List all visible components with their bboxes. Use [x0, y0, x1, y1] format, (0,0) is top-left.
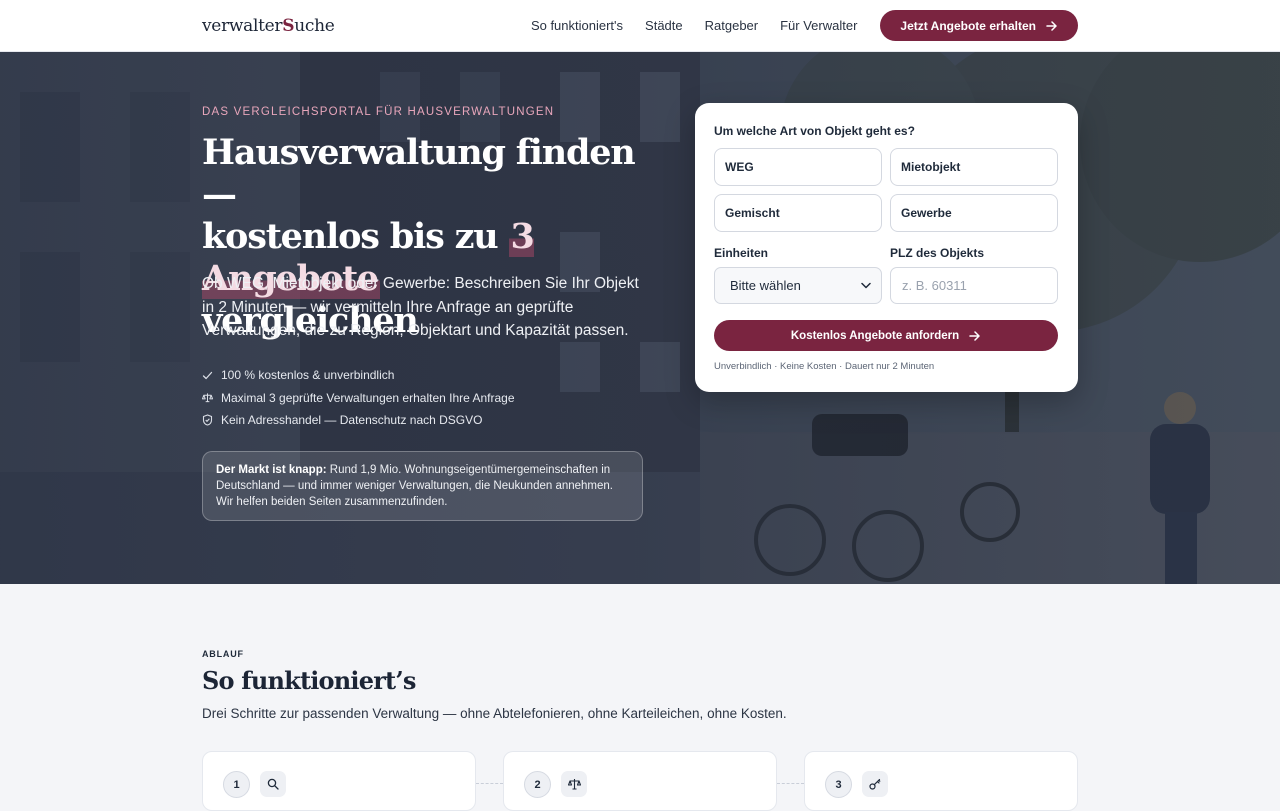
- nav-cities[interactable]: Städte: [645, 18, 683, 33]
- nav-how-it-works[interactable]: So funktioniert's: [531, 18, 623, 33]
- object-type-label: Um welche Art von Objekt geht es?: [714, 124, 915, 138]
- chevron-down-icon: [861, 282, 871, 289]
- details-row: Einheiten Bitte wählen PLZ des Objekts z…: [714, 246, 1059, 304]
- scale-icon: [561, 771, 587, 797]
- section-lead: Drei Schritte zur passenden Verwaltung —…: [202, 706, 787, 721]
- step-card-3: 3: [804, 751, 1078, 811]
- option-weg[interactable]: WEG: [714, 148, 882, 186]
- units-label: Einheiten: [714, 246, 769, 260]
- step-number: 3: [825, 771, 852, 798]
- plz-label: PLZ des Objekts: [890, 246, 985, 260]
- nav-for-managers[interactable]: Für Verwalter: [780, 18, 857, 33]
- scale-icon: [202, 392, 213, 403]
- get-offers-button[interactable]: Jetzt Angebote erhalten: [880, 10, 1078, 41]
- option-mietobjekt[interactable]: Mietobjekt: [890, 148, 1058, 186]
- benefit-item: Maximal 3 geprüfte Verwaltungen erhalten…: [202, 387, 515, 410]
- section-title: So funktioniert’s: [202, 666, 416, 695]
- process-section: ABLAUF So funktioniert’s Drei Schritte z…: [0, 584, 1280, 811]
- step-connector: [476, 783, 503, 784]
- market-info-box: Der Markt ist knapp: Rund 1,9 Mio. Wohnu…: [202, 451, 643, 521]
- request-offers-button[interactable]: Kostenlos Angebote anfordern: [714, 320, 1058, 351]
- units-field-group: Einheiten Bitte wählen: [714, 246, 882, 304]
- main-nav: So funktioniert's Städte Ratgeber Für Ve…: [531, 18, 857, 33]
- object-type-options: WEG Mietobjekt Gemischt Gewerbe: [714, 148, 1059, 232]
- option-gewerbe[interactable]: Gewerbe: [890, 194, 1058, 232]
- request-form-card: Um welche Art von Objekt geht es? WEG Mi…: [695, 103, 1078, 392]
- option-gemischt[interactable]: Gemischt: [714, 194, 882, 232]
- nav-guide[interactable]: Ratgeber: [705, 18, 758, 33]
- plz-field-group: PLZ des Objekts z. B. 60311: [890, 246, 1058, 304]
- site-logo[interactable]: verwalterSuche: [202, 16, 335, 36]
- steps-row: 1 2 3: [202, 751, 1078, 811]
- hero-lead: Ob WEG, Mietobjekt oder Gewerbe: Beschre…: [202, 275, 639, 339]
- benefit-item: Kein Adresshandel — Datenschutz nach DSG…: [202, 409, 515, 432]
- step-number: 1: [223, 771, 250, 798]
- step-connector: [777, 783, 804, 784]
- section-eyebrow: ABLAUF: [202, 649, 244, 659]
- check-icon: [202, 370, 213, 381]
- step-number: 2: [524, 771, 551, 798]
- key-icon: [862, 771, 888, 797]
- arrow-right-icon: [969, 330, 980, 341]
- units-select[interactable]: Bitte wählen: [714, 267, 882, 304]
- hero-eyebrow: DAS VERGLEICHSPORTAL FÜR HAUSVERWALTUNGE…: [202, 106, 555, 118]
- shield-icon: [202, 414, 213, 426]
- plz-input[interactable]: z. B. 60311: [890, 267, 1058, 304]
- form-fine-print: Unverbindlich · Keine Kosten · Dauert nu…: [714, 361, 935, 372]
- step-card-1: 1: [202, 751, 476, 811]
- hero-section: DAS VERGLEICHSPORTAL FÜR HAUSVERWALTUNGE…: [0, 52, 1280, 584]
- benefit-list: 100 % kostenlos & unverbindlich Maximal …: [202, 364, 515, 432]
- step-card-2: 2: [503, 751, 777, 811]
- search-icon: [260, 771, 286, 797]
- site-header: verwalterSuche So funktioniert's Städte …: [0, 0, 1280, 52]
- benefit-item: 100 % kostenlos & unverbindlich: [202, 364, 515, 387]
- arrow-right-icon: [1046, 20, 1057, 31]
